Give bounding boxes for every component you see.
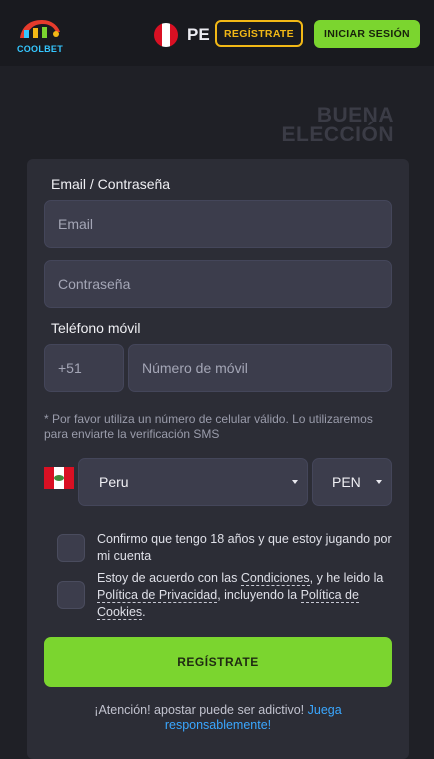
country-code[interactable]: PE [187, 25, 210, 45]
chevron-down-icon [376, 480, 382, 484]
coolbet-logo[interactable]: COOLBET [16, 14, 64, 54]
phone-placeholder: Número de móvil [142, 360, 248, 376]
warning-text: ¡Atención! apostar puede ser adictivo! [94, 703, 308, 717]
password-input[interactable]: Contraseña [44, 260, 392, 308]
phone-prefix: +51 [58, 360, 82, 376]
phone-section-label: Teléfono móvil [51, 320, 141, 336]
country-select-value: Peru [99, 474, 129, 490]
email-section-label: Email / Contraseña [51, 176, 171, 192]
phone-note: * Por favor utiliza un número de celular… [44, 412, 373, 441]
top-header: COOLBET PE REGÍSTRATE INICIAR SESIÓN [0, 0, 434, 66]
register-button-header[interactable]: REGÍSTRATE [215, 20, 303, 47]
password-placeholder: Contraseña [58, 276, 131, 292]
gambling-warning: ¡Atención! apostar puede ser adictivo! J… [44, 703, 392, 733]
currency-select-value: PEN [332, 474, 361, 490]
terms-checkbox[interactable] [57, 581, 85, 609]
privacy-policy-link[interactable]: Política de Privacidad [97, 588, 218, 603]
terms-link[interactable]: Condiciones [240, 571, 310, 586]
peru-flag-icon [44, 467, 74, 489]
age-check-text: Confirmo que tengo 18 años y que estoy j… [97, 532, 392, 563]
login-button[interactable]: INICIAR SESIÓN [314, 20, 420, 48]
terms-check-text: Estoy de acuerdo con las Condiciones, y … [97, 570, 397, 621]
phone-prefix-field[interactable]: +51 [44, 344, 124, 392]
peru-flag-icon[interactable] [154, 23, 178, 47]
logo-text: COOLBET [16, 44, 64, 54]
terms-end: . [142, 605, 146, 619]
hero-line-2: ELECCIÓN [281, 123, 394, 146]
terms-mid: , y he leido la [309, 571, 384, 585]
country-select[interactable]: Peru [78, 458, 308, 506]
email-input[interactable]: Email [44, 200, 392, 248]
chevron-down-icon [292, 480, 298, 484]
logo-icon [20, 20, 60, 38]
phone-number-input[interactable]: Número de móvil [128, 344, 392, 392]
hero-headline: BUENA ELECCIÓN [281, 105, 394, 146]
terms-mid2: , incluyendo la [217, 588, 301, 602]
age-checkbox[interactable] [57, 534, 85, 562]
terms-prefix: Estoy de acuerdo con las [97, 571, 241, 585]
email-placeholder: Email [58, 216, 94, 232]
register-submit-button[interactable]: REGÍSTRATE [44, 637, 392, 687]
currency-select[interactable]: PEN [312, 458, 392, 506]
